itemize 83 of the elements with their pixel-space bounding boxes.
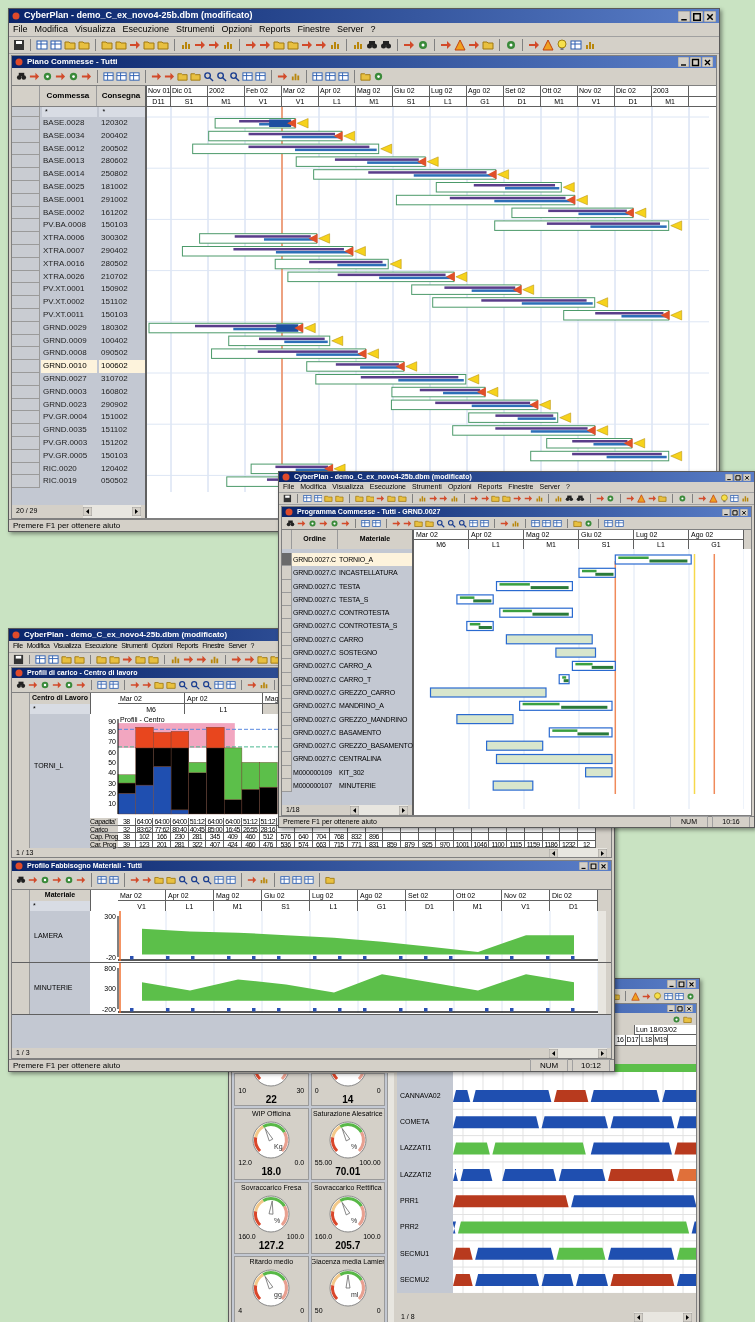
table-cell[interactable]: 280602 <box>99 155 145 169</box>
menu-item[interactable]: Modifica <box>34 22 69 37</box>
table-cell[interactable]: 120402 <box>99 462 145 476</box>
table-cell[interactable]: 250802 <box>99 168 145 181</box>
table-cell[interactable]: 050502 <box>99 475 145 489</box>
gauge-value: 205.7 <box>335 1240 361 1251</box>
status-indicator: NUM <box>530 1058 568 1071</box>
table-cell[interactable]: GRND.0010 <box>41 360 97 373</box>
table-cell[interactable]: BASE.0014 <box>41 168 97 181</box>
table-cell[interactable]: 291002 <box>99 193 145 207</box>
window-title: CyberPlan - demo_C_ex_novo4-25b.dbm (modificato) <box>24 629 228 641</box>
table-cell[interactable]: RIC.0020 <box>41 462 97 476</box>
table-cell[interactable]: XTRA.0016 <box>41 257 97 271</box>
menu-item[interactable]: Opzioni <box>221 22 252 37</box>
table-cell[interactable]: 150103 <box>99 308 145 322</box>
table-cell[interactable]: 300302 <box>99 232 145 245</box>
menu-item[interactable]: ? <box>370 22 376 37</box>
gauge-value: 22 <box>265 1094 277 1105</box>
table-cell[interactable]: 150103 <box>99 219 145 233</box>
table-cell[interactable]: BASE.0002 <box>41 206 97 220</box>
table-cell[interactable]: BASE.0013 <box>41 155 97 169</box>
table-cell[interactable]: 151102 <box>99 424 145 437</box>
table-cell[interactable]: BASE.0025 <box>41 181 97 194</box>
table-cell[interactable]: PV.GR.0003 <box>41 436 97 450</box>
column-header[interactable]: Commessa <box>40 86 97 106</box>
table-cell[interactable]: 290402 <box>99 244 145 258</box>
table-cell[interactable]: 200402 <box>99 129 145 143</box>
table-cell[interactable]: 290902 <box>99 398 145 412</box>
gauge-value: 70.01 <box>335 1166 361 1177</box>
gauge-value: 18.0 <box>261 1166 281 1177</box>
gauge-value: 14 <box>342 1094 354 1105</box>
table-cell[interactable]: 181002 <box>99 181 145 194</box>
table-cell[interactable]: BASE.0028 <box>41 117 97 130</box>
menu-item[interactable]: Strumenti <box>175 22 215 37</box>
table-cell[interactable]: 310702 <box>99 372 145 386</box>
table-cell[interactable]: RIC.0019 <box>41 475 97 489</box>
table-cell[interactable]: 160802 <box>99 385 145 399</box>
table-cell[interactable]: XTRA.0026 <box>41 270 97 284</box>
table-cell[interactable]: BASE.0012 <box>41 142 97 156</box>
table-cell[interactable]: GRND.0009 <box>41 334 97 348</box>
table-cell[interactable]: GRND.0003 <box>41 385 97 399</box>
table-cell[interactable]: 210702 <box>99 270 145 284</box>
table-cell[interactable]: 151002 <box>99 411 145 425</box>
table-cell[interactable]: 090502 <box>99 347 145 361</box>
table-cell[interactable]: PV.GR.0005 <box>41 449 97 463</box>
menu-item[interactable]: Visualizza <box>75 22 116 37</box>
table-cell[interactable]: BASE.0034 <box>41 129 97 143</box>
table-cell[interactable]: XTRA.0007 <box>41 244 97 258</box>
table-cell[interactable]: 161202 <box>99 206 145 220</box>
table-cell[interactable]: 100402 <box>99 334 145 348</box>
column-header[interactable]: Consegna <box>96 86 145 106</box>
table-cell[interactable]: 200502 <box>99 142 145 156</box>
table-cell[interactable]: PV.BA.0008 <box>41 219 97 233</box>
status-text: Premere F1 per ottenere aiuto <box>13 1059 121 1071</box>
table-cell[interactable]: GRND.0027 <box>41 372 97 386</box>
menu-item[interactable]: File <box>13 22 28 37</box>
status-text: Premere F1 per ottenere aiuto <box>13 519 121 531</box>
table-cell[interactable]: GRND.0029 <box>41 321 97 335</box>
table-cell[interactable]: PV.XT.0001 <box>41 283 97 297</box>
status-clock: 10:12 <box>572 1058 610 1071</box>
table-cell[interactable]: 180302 <box>99 321 145 335</box>
table-cell[interactable]: PV.XT.0002 <box>41 296 97 309</box>
table-cell[interactable]: 280502 <box>99 257 145 271</box>
table-cell[interactable]: 100602 <box>99 360 145 373</box>
window-title: Piano Commesse - Tutti <box>27 56 118 68</box>
table-cell[interactable]: 150902 <box>99 283 145 297</box>
menu-item[interactable]: Finestre <box>297 22 330 37</box>
window-title: CyberPlan - demo_C_ex_novo4-25b.dbm (modificato) <box>24 9 253 23</box>
menu-item[interactable]: Server <box>337 22 364 37</box>
table-cell[interactable]: 150103 <box>99 449 145 463</box>
table-cell[interactable]: GRND.0035 <box>41 424 97 437</box>
table-cell[interactable]: XTRA.0006 <box>41 232 97 245</box>
gauge-value: 127.2 <box>258 1240 284 1251</box>
table-cell[interactable]: GRND.0008 <box>41 347 97 361</box>
table-cell[interactable]: 151102 <box>99 296 145 309</box>
menu-item[interactable]: Esecuzione <box>122 22 169 37</box>
table-cell[interactable]: 151202 <box>99 436 145 450</box>
table-cell[interactable]: BASE.0001 <box>41 193 97 207</box>
table-cell[interactable]: 120302 <box>99 117 145 130</box>
table-cell[interactable]: GRND.0023 <box>41 398 97 412</box>
menu-item[interactable]: Reports <box>258 22 291 37</box>
table-cell[interactable]: PV.XT.0011 <box>41 308 97 322</box>
table-cell[interactable]: PV.GR.0004 <box>41 411 97 425</box>
